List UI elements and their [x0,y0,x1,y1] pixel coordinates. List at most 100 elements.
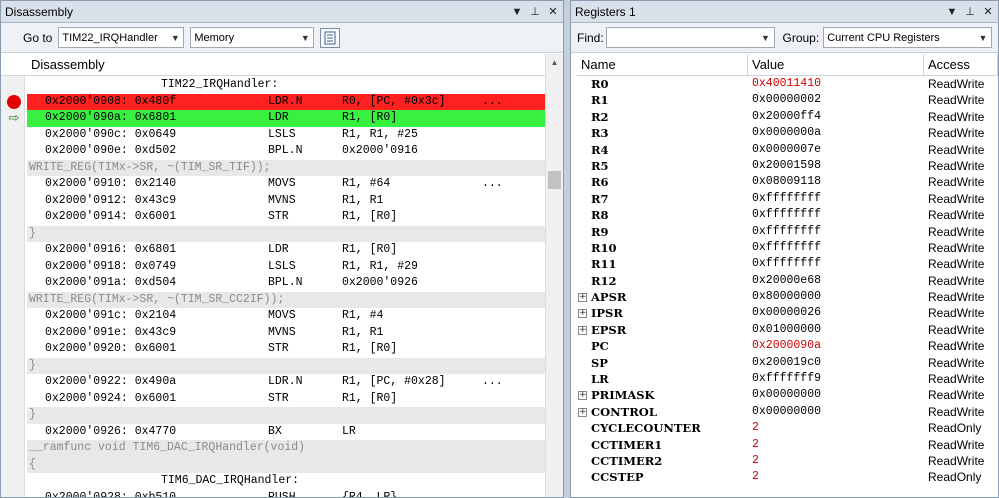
instruction-line[interactable]: 0x2000'090a: 0x6801 LDR R1, [R0] [27,110,546,127]
register-row[interactable]: R9 0xffffffff ReadWrite [577,224,998,240]
instruction-line[interactable]: 0x2000'090e: 0xd502 BPL.N 0x2000'0916 [27,143,546,160]
register-value[interactable]: 0x20000e68 [748,273,924,289]
register-value[interactable]: 0xffffffff [748,224,924,240]
expand-icon[interactable]: + [578,309,587,319]
register-value[interactable]: 0x2000090a [748,338,924,354]
chevron-down-icon[interactable]: ▼ [297,33,313,43]
instruction-line[interactable]: 0x2000'0924: 0x6001 STR R1, [R0] [27,391,546,408]
goto-combo[interactable]: TIM22_IRQHandler ▼ [58,27,185,48]
register-row[interactable]: CCSTEP 2 ReadOnly [577,469,998,485]
register-row[interactable]: + APSR 0x80000000 ReadWrite [577,289,998,305]
column-header-value[interactable]: Value [748,54,924,75]
register-value[interactable]: 0x00000026 [748,305,924,321]
dropdown-icon[interactable]: ▼ [509,6,525,18]
register-row[interactable]: CCTIMER2 2 ReadWrite [577,453,998,469]
instruction-line[interactable]: 0x2000'0918: 0x0749 LSLS R1, R1, #29 [27,259,546,276]
instruction-line[interactable]: 0x2000'0916: 0x6801 LDR R1, [R0] [27,242,546,259]
expand-icon[interactable]: + [578,325,587,335]
register-row[interactable]: R4 0x0000007e ReadWrite [577,142,998,158]
find-input[interactable]: ▼ [605,27,775,48]
instruction-line[interactable]: 0x2000'0922: 0x490a LDR.N R1, [PC, #0x28].… [27,374,546,391]
register-row[interactable]: + EPSR 0x01000000 ReadWrite [577,322,998,338]
instruction-line[interactable]: 0x2000'0926: 0x4770 BX LR [27,424,546,441]
register-row[interactable]: LR 0xfffffff9 ReadWrite [577,371,998,387]
expand-icon[interactable]: + [578,293,587,303]
scroll-thumb[interactable] [548,171,561,189]
register-value[interactable]: 2 [748,453,924,469]
register-value[interactable]: 0xffffffff [748,207,924,223]
register-value[interactable]: 0xfffffff9 [748,371,924,387]
register-row[interactable]: + PRIMASK 0x00000000 ReadWrite [577,387,998,403]
mode-select[interactable]: Memory ▼ [190,27,315,48]
register-row[interactable]: R12 0x20000e68 ReadWrite [577,273,998,289]
register-row[interactable]: CCTIMER1 2 ReadWrite [577,437,998,453]
vertical-scrollbar[interactable]: ▲ [545,54,563,497]
source-line[interactable]: } [27,357,546,374]
pin-icon[interactable]: ⊥ [527,5,543,18]
source-line[interactable]: { [27,456,546,473]
register-row[interactable]: SP 0x200019c0 ReadWrite [577,355,998,371]
instruction-line[interactable]: 0x2000'0920: 0x6001 STR R1, [R0] [27,341,546,358]
register-value[interactable]: 0xffffffff [748,240,924,256]
source-line[interactable]: } [27,407,546,424]
instruction-line[interactable]: 0x2000'0908: 0x480f LDR.N R0, [PC, #0x3c].… [27,93,546,110]
register-row[interactable]: R6 0x08009118 ReadWrite [577,174,998,190]
instruction-line[interactable]: 0x2000'090c: 0x0649 LSLS R1, R1, #25 [27,127,546,144]
group-select[interactable]: Current CPU Registers ▼ [823,27,992,48]
register-row[interactable]: R10 0xffffffff ReadWrite [577,240,998,256]
pin-icon[interactable]: ⊥ [962,5,978,18]
chevron-down-icon[interactable]: ▼ [758,33,774,43]
options-button[interactable] [320,27,341,48]
current-instruction-arrow-icon[interactable]: ⇨ [7,111,21,125]
register-row[interactable]: R2 0x20000ff4 ReadWrite [577,109,998,125]
dropdown-icon[interactable]: ▼ [944,6,960,18]
register-value[interactable]: 0x00000000 [748,387,924,403]
code-label-line[interactable]: TIM6_DAC_IRQHandler: [27,473,546,490]
breakpoint-icon[interactable] [7,94,21,109]
column-header-name[interactable]: Name [577,54,748,75]
scroll-up-icon[interactable]: ▲ [546,54,563,72]
register-value[interactable]: 0x00000000 [748,404,924,420]
register-value[interactable]: 0x0000000a [748,125,924,141]
register-value[interactable]: 0x20001598 [748,158,924,174]
instruction-line[interactable]: 0x2000'091a: 0xd504 BPL.N 0x2000'0926 [27,275,546,292]
register-value[interactable]: 0xffffffff [748,191,924,207]
register-row[interactable]: R1 0x00000002 ReadWrite [577,92,998,108]
register-value[interactable]: 0xffffffff [748,256,924,272]
register-row[interactable]: CYCLECOUNTER 2 ReadOnly [577,420,998,436]
register-value[interactable]: 2 [748,437,924,453]
register-value[interactable]: 0x80000000 [748,289,924,305]
register-value[interactable]: 0x40011410 [748,76,924,92]
register-value[interactable]: 0x0000007e [748,142,924,158]
register-value[interactable]: 0x200019c0 [748,355,924,371]
instruction-line[interactable]: 0x2000'0910: 0x2140 MOVS R1, #64... [27,176,546,193]
instruction-line[interactable]: 0x2000'091e: 0x43c9 MVNS R1, R1 [27,325,546,342]
register-row[interactable]: R0 0x40011410 ReadWrite [577,76,998,92]
register-value[interactable]: 2 [748,420,924,436]
register-value[interactable]: 0x00000002 [748,92,924,108]
instruction-line[interactable]: 0x2000'091c: 0x2104 MOVS R1, #4 [27,308,546,325]
gutter[interactable] [1,76,25,497]
register-row[interactable]: R11 0xffffffff ReadWrite [577,256,998,272]
instruction-line[interactable]: 0x2000'0914: 0x6001 STR R1, [R0] [27,209,546,226]
register-row[interactable]: + CONTROL 0x00000000 ReadWrite [577,404,998,420]
register-row[interactable]: R8 0xffffffff ReadWrite [577,207,998,223]
source-line[interactable]: WRITE_REG(TIMx->SR, ~(TIM_SR_TIF)); [27,159,546,176]
close-icon[interactable]: ✕ [545,5,561,18]
chevron-down-icon[interactable]: ▼ [167,33,183,43]
source-line[interactable]: WRITE_REG(TIMx->SR, ~(TIM_SR_CC2IF)); [27,291,546,308]
expand-icon[interactable]: + [578,391,587,401]
register-value[interactable]: 0x20000ff4 [748,109,924,125]
source-line[interactable]: } [27,225,546,242]
source-line[interactable]: __ramfunc void TIM6_DAC_IRQHandler(void) [27,440,546,457]
code-label-line[interactable]: TIM22_IRQHandler: [27,77,546,94]
register-row[interactable]: + IPSR 0x00000026 ReadWrite [577,305,998,321]
chevron-down-icon[interactable]: ▼ [975,33,991,43]
instruction-line[interactable]: 0x2000'0912: 0x43c9 MVNS R1, R1 [27,193,546,210]
register-row[interactable]: PC 0x2000090a ReadWrite [577,338,998,354]
column-header-access[interactable]: Access [924,54,998,75]
instruction-line[interactable]: 0x2000'0928: 0xb510 PUSH {R4, LR} [27,490,546,498]
register-row[interactable]: R3 0x0000000a ReadWrite [577,125,998,141]
register-row[interactable]: R5 0x20001598 ReadWrite [577,158,998,174]
disassembly-view[interactable]: Disassembly TIM22_IRQHandler: 0x2000'0908… [1,54,546,497]
